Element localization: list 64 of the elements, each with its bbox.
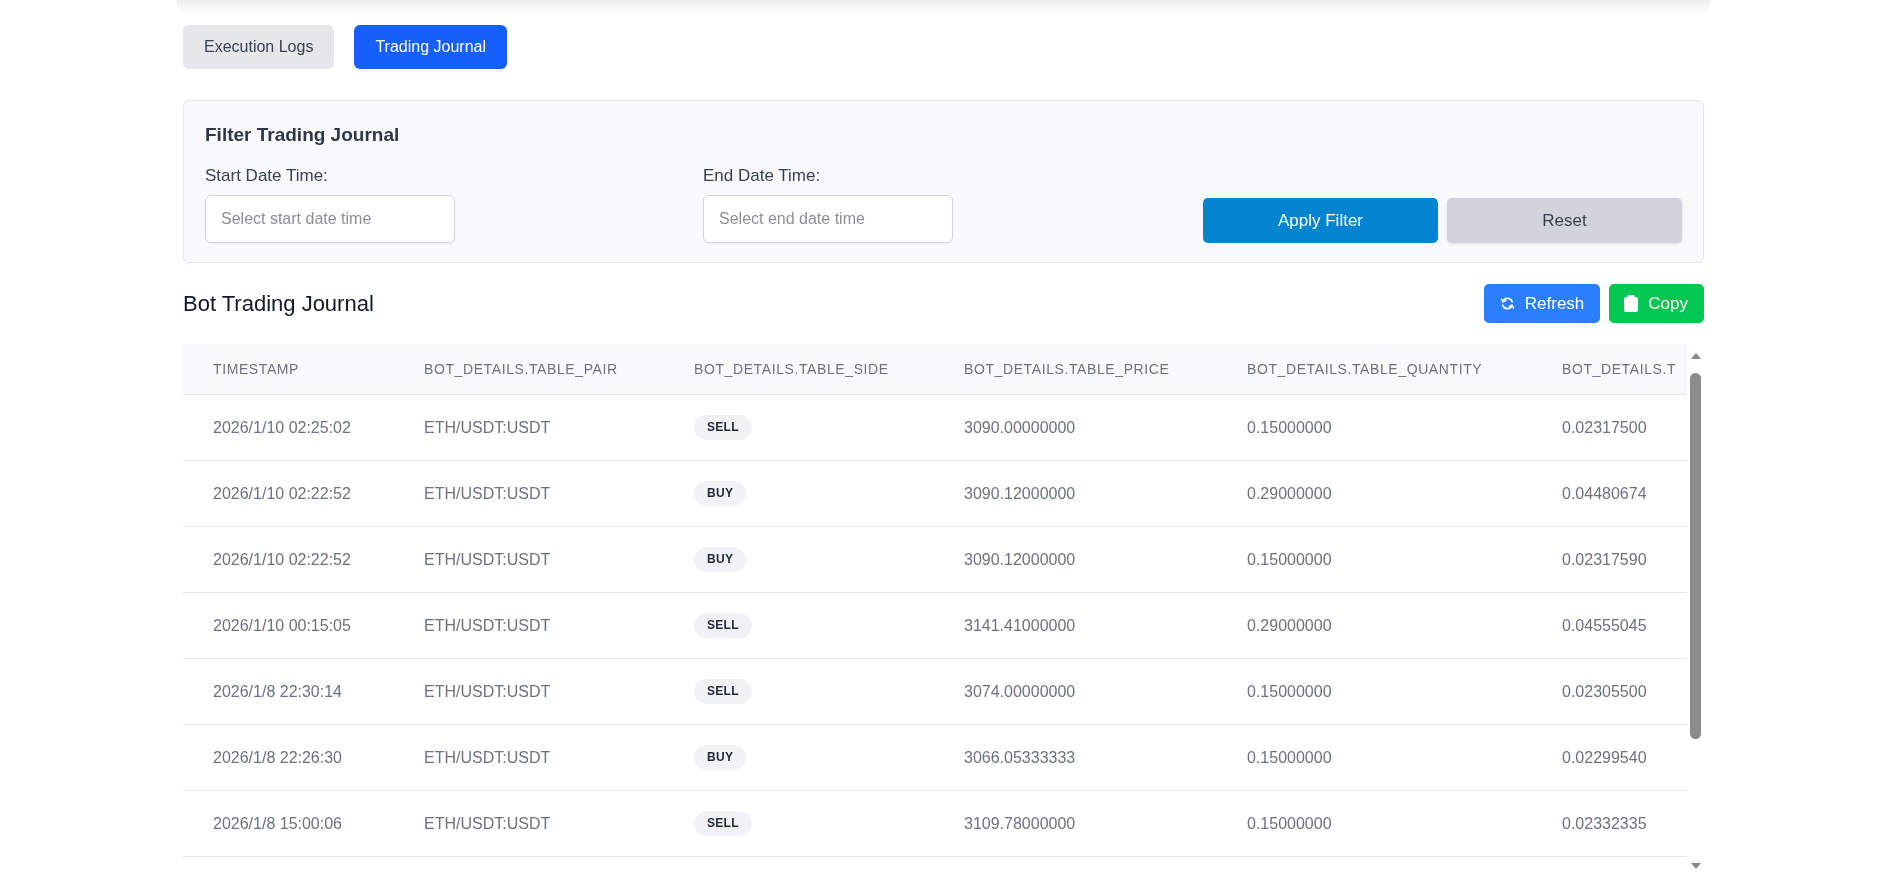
table-cell-text: 0.29000000 — [1246, 616, 1332, 635]
refresh-icon — [1499, 296, 1515, 311]
table-cell-text: 0.02299540 — [1561, 748, 1647, 767]
scrollbar-thumb[interactable] — [1690, 373, 1701, 739]
column-header: BOT_DETAILS.TABLE_PAIR — [423, 361, 618, 377]
date-time-field[interactable]: Select end date time — [703, 195, 953, 243]
table-cell-text: 0.04555045 — [1561, 616, 1647, 635]
table-cell-text: 0.02305500 — [1561, 682, 1647, 701]
table-cell-text: 3074.00000000 — [963, 682, 1076, 701]
tab[interactable]: Execution Logs — [183, 25, 335, 69]
table-cell-text: ETH/USDT:USDT — [423, 616, 551, 635]
table-cell-text: 3090.12000000 — [963, 484, 1076, 503]
column-header: BOT_DETAILS.TABLE_PRICE — [963, 361, 1170, 377]
table-cell-text: 2026/1/10 02:22:52 — [212, 484, 351, 503]
table-cell-text: ETH/USDT:USDT — [423, 550, 551, 569]
section-title: Bot Trading Journal — [183, 289, 374, 318]
tab[interactable]: Trading Journal — [354, 25, 507, 69]
table-cell-text: 3090.00000000 — [963, 418, 1076, 437]
table-cell-text: 2026/1/10 02:22:52 — [212, 550, 351, 569]
table-cell-text: 0.02317590 — [1561, 550, 1647, 569]
column-header: BOT_DETAILS.TABLE_SIDE — [693, 361, 889, 377]
table-cell-text: 3066.05333333 — [963, 748, 1076, 767]
table-cell-text: 0.15000000 — [1246, 814, 1332, 833]
table-cell-text: 2026/1/8 22:30:14 — [212, 682, 342, 701]
apply-filter-button[interactable]: Apply Filter — [1203, 198, 1438, 243]
scroll-up-icon[interactable] — [1690, 353, 1701, 359]
table-cell-text: 0.29000000 — [1246, 484, 1332, 503]
table-cell-text: 0.02332335 — [1561, 814, 1647, 833]
table-cell-text: 2026/1/8 15:00:06 — [212, 814, 342, 833]
refresh-button[interactable]: Refresh — [1483, 284, 1601, 323]
filter-title: Filter Trading Journal — [205, 123, 400, 147]
side-badge: BUY — [694, 547, 747, 572]
side-badge: SELL — [694, 415, 752, 440]
side-badge: SELL — [694, 811, 752, 836]
side-badge: SELL — [694, 679, 752, 704]
table-cell-text: 2026/1/10 00:15:05 — [212, 616, 351, 635]
column-header: BOT_DETAILS.T — [1561, 361, 1677, 377]
table-cell-text: 0.02317500 — [1561, 418, 1647, 437]
clipboard-icon — [1624, 295, 1639, 312]
column-header: TIMESTAMP — [212, 361, 300, 377]
table-cell-text: 0.15000000 — [1246, 748, 1332, 767]
table-cell-text: 2026/1/8 22:26:30 — [212, 748, 342, 767]
field-label: Start Date Time: — [205, 166, 328, 186]
side-badge: BUY — [694, 481, 747, 506]
field-label: End Date Time: — [703, 166, 821, 186]
table-cell-text: 0.04480674 — [1561, 484, 1647, 503]
table-cell-text: ETH/USDT:USDT — [423, 748, 551, 767]
table-cell-text: 0.15000000 — [1246, 682, 1332, 701]
side-badge: BUY — [694, 745, 747, 770]
table-cell-text: ETH/USDT:USDT — [423, 418, 551, 437]
table-cell-text: 2026/1/10 02:25:02 — [212, 418, 351, 437]
table-cell-text: 0.15000000 — [1246, 418, 1332, 437]
side-badge: SELL — [694, 613, 752, 638]
table-cell-text: 0.15000000 — [1246, 550, 1332, 569]
table-cell-text: ETH/USDT:USDT — [423, 814, 551, 833]
reset-button[interactable]: Reset — [1447, 198, 1682, 243]
table-cell-text: 3141.41000000 — [963, 616, 1076, 635]
date-time-field[interactable]: Select start date time — [205, 195, 455, 243]
table-cell-text: 3090.12000000 — [963, 550, 1076, 569]
column-header: BOT_DETAILS.TABLE_QUANTITY — [1246, 361, 1483, 377]
table-cell-text: ETH/USDT:USDT — [423, 484, 551, 503]
table-cell-text: 3109.78000000 — [963, 814, 1076, 833]
table-cell-text: ETH/USDT:USDT — [423, 682, 551, 701]
scroll-down-icon[interactable] — [1690, 863, 1701, 869]
